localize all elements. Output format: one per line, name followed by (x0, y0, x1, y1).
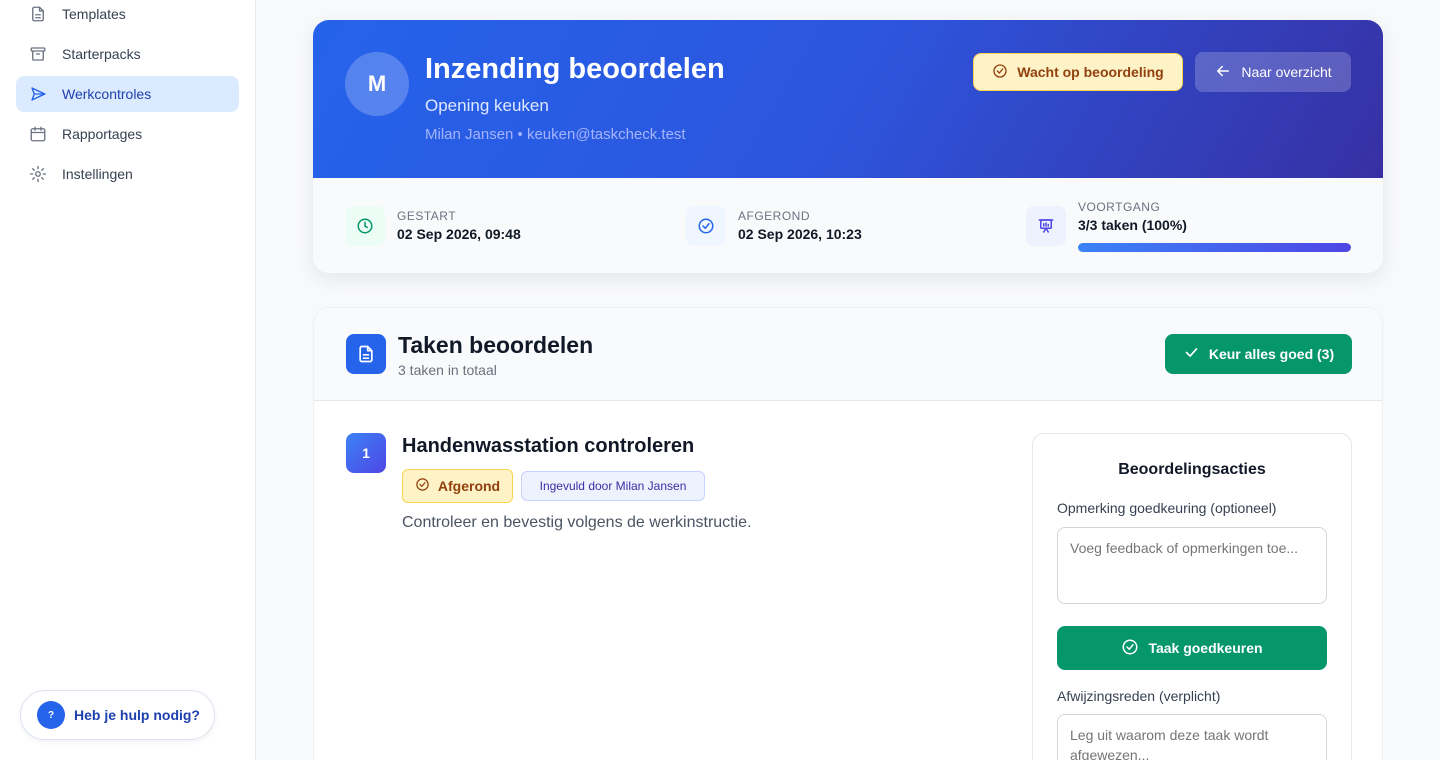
sidebar-item-label: Instellingen (62, 166, 133, 182)
task-title: Handenwasstation controleren (402, 435, 695, 457)
tasks-title: Taken beoordelen (398, 332, 594, 358)
tasks-card: Taken beoordelen 3 taken in totaal Keur … (313, 307, 1383, 760)
check-circle-icon (1121, 638, 1139, 659)
submission-header-card: M Inzending beoordelen Opening keuken Mi… (313, 20, 1383, 273)
stat-progress-label: VOORTGANG (1078, 200, 1161, 214)
tasks-header: Taken beoordelen 3 taken in totaal Keur … (314, 308, 1382, 401)
filled-by-badge: Ingevuld door Milan Jansen (521, 471, 705, 501)
review-actions-panel: Beoordelingsacties Opmerking goedkeuring… (1032, 433, 1352, 760)
check-circle-icon (415, 477, 430, 495)
stat-started-value: 02 Sep 2026, 09:48 (397, 226, 521, 242)
sidebar-item-instellingen[interactable]: Instellingen (16, 156, 239, 192)
progress-bar (1078, 243, 1351, 252)
approve-comment-field[interactable] (1057, 527, 1327, 604)
task-status-label: Afgerond (437, 478, 501, 494)
approve-task-label: Taak goedkeuren (1148, 640, 1263, 656)
approve-comment-label: Opmerking goedkeuring (optioneel) (1057, 500, 1277, 516)
status-badge: Wacht op beoordeling (973, 53, 1183, 91)
avatar: M (345, 52, 409, 116)
approve-task-button[interactable]: Taak goedkeuren (1057, 626, 1327, 670)
check-circle-icon (992, 63, 1008, 82)
document-icon (28, 4, 48, 24)
sidebar-item-label: Starterpacks (62, 46, 141, 62)
stat-progress-value: 3/3 taken (100%) (1078, 217, 1187, 233)
checklist-name: Opening keuken (425, 96, 549, 115)
reject-reason-label: Afwijzingsreden (verplicht) (1057, 688, 1221, 704)
page-title: Inzending beoordelen (425, 53, 725, 85)
help-label: Heb je hulp nodig? (74, 707, 200, 723)
submission-hero: M Inzending beoordelen Opening keuken Mi… (313, 20, 1383, 178)
clock-icon (345, 206, 385, 246)
sidebar-item-werkcontroles[interactable]: Werkcontroles (16, 76, 239, 112)
document-icon (346, 334, 386, 374)
stat-finished-value: 02 Sep 2026, 10:23 (738, 226, 862, 242)
progress-bar-fill (1078, 243, 1351, 252)
sidebar-item-label: Werkcontroles (62, 86, 152, 102)
sidebar-item-label: Templates (62, 6, 126, 22)
check-icon (1183, 344, 1200, 364)
sidebar-item-rapportages[interactable]: Rapportages (16, 116, 239, 152)
status-badge-label: Wacht op beoordeling (1017, 64, 1164, 80)
review-actions-title: Beoordelingsacties (1118, 461, 1266, 478)
help-button[interactable]: ? Heb je hulp nodig? (20, 690, 215, 740)
gear-icon (28, 164, 48, 184)
approve-all-button[interactable]: Keur alles goed (3) (1165, 334, 1352, 374)
sidebar-item-label: Rapportages (62, 126, 143, 142)
sidebar: Templates Starterpacks Werkcontroles Rap… (0, 0, 256, 760)
check-circle-icon (686, 206, 726, 246)
approve-all-label: Keur alles goed (3) (1208, 346, 1335, 362)
sidebar-item-templates[interactable]: Templates (16, 0, 239, 32)
help-icon: ? (37, 701, 65, 729)
task-number: 1 (346, 433, 386, 473)
back-button-label: Naar overzicht (1241, 64, 1332, 80)
sidebar-item-starterpacks[interactable]: Starterpacks (16, 36, 239, 72)
send-icon (28, 84, 48, 104)
task-description: Controleer en bevestig volgens de werkin… (402, 514, 752, 531)
arrow-left-icon (1214, 62, 1232, 83)
back-to-overview-button[interactable]: Naar overzicht (1195, 52, 1351, 92)
task-status-badge: Afgerond (402, 469, 513, 503)
calendar-icon (28, 124, 48, 144)
presentation-chart-icon (1026, 206, 1066, 246)
archive-icon (28, 44, 48, 64)
stat-finished-label: AFGEROND (738, 209, 811, 223)
tasks-count: 3 taken in totaal (398, 362, 497, 378)
stat-started-label: GESTART (397, 209, 457, 223)
submitter-meta: Milan Jansen • keuken@taskcheck.test (425, 126, 686, 143)
reject-reason-field[interactable] (1057, 714, 1327, 760)
